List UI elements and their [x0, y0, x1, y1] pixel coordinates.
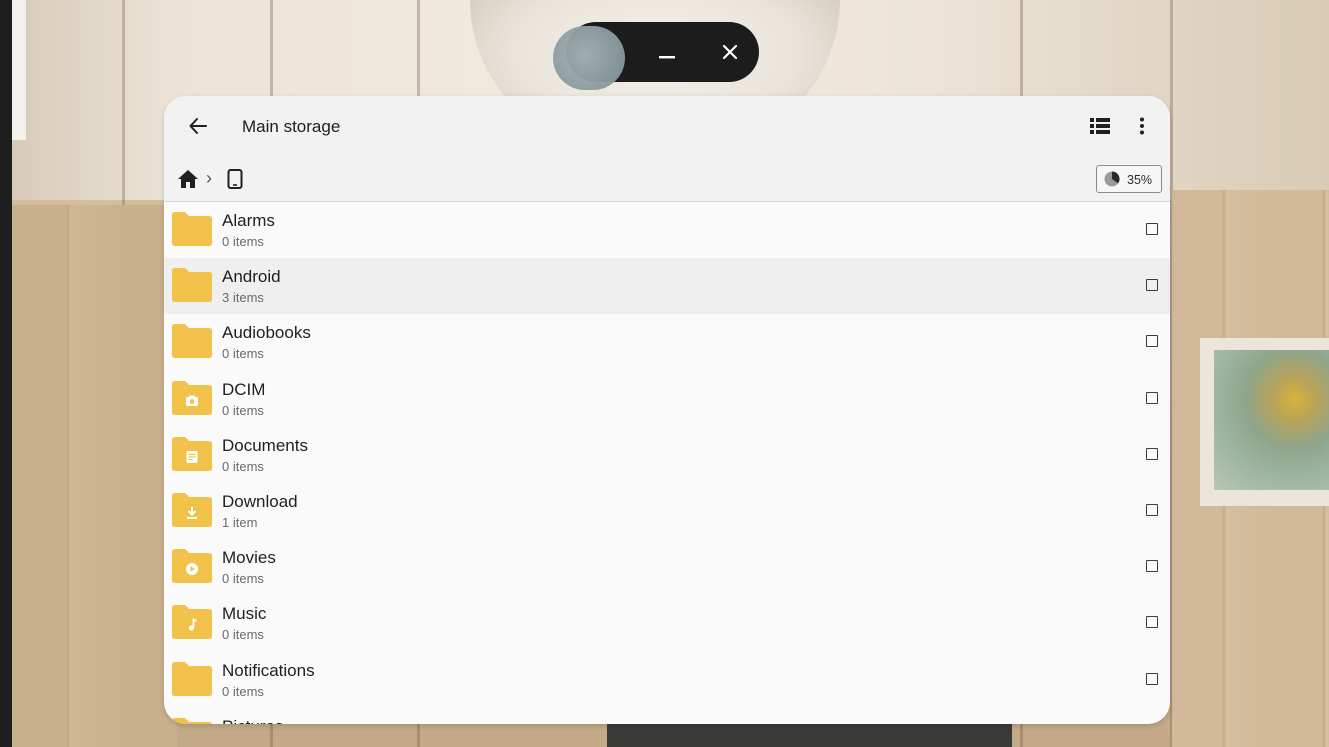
more-vert-icon: [1140, 117, 1144, 135]
view-list-icon: [1090, 118, 1110, 134]
app-avatar[interactable]: [553, 26, 625, 90]
breadcrumb-home[interactable]: [176, 168, 200, 190]
folder-item-count: 0 items: [222, 683, 264, 699]
list-item[interactable]: Audiobooks 0 items: [164, 314, 1170, 370]
folder-item-count: 0 items: [222, 402, 264, 418]
list-item[interactable]: Download 1 item: [164, 483, 1170, 539]
folder-icon: [172, 717, 212, 724]
file-manager-window: Main storage › 35% Alarms 0 items Androi…: [164, 96, 1170, 724]
folder-name: Download: [222, 491, 298, 511]
download-folder-icon: [172, 492, 212, 527]
easel: [607, 722, 1012, 747]
movie-folder-icon: [172, 549, 212, 584]
close-button[interactable]: [710, 32, 750, 72]
window: [12, 0, 26, 140]
folder-icon: [172, 324, 212, 359]
folder-item-count: 0 items: [222, 627, 264, 643]
close-icon: [722, 44, 738, 60]
list-item[interactable]: DCIM 0 items: [164, 371, 1170, 427]
phone-icon: [227, 169, 243, 189]
folder-item-count: 1 item: [222, 514, 258, 530]
folder-name: Android: [222, 267, 281, 287]
select-checkbox[interactable]: [1146, 616, 1158, 629]
list-item[interactable]: Android 3 items: [164, 258, 1170, 315]
minimize-button[interactable]: [647, 33, 687, 73]
list-item[interactable]: Notifications 0 items: [164, 652, 1170, 708]
list-item[interactable]: Music 0 items: [164, 595, 1170, 651]
select-checkbox[interactable]: [1146, 223, 1158, 235]
select-checkbox[interactable]: [1146, 672, 1158, 685]
folder-name: Notifications: [222, 660, 315, 680]
camera-folder-icon: [172, 380, 212, 415]
breadcrumb-device[interactable]: [226, 168, 244, 190]
folder-item-count: 0 items: [222, 346, 264, 362]
folder-icon: [172, 661, 212, 696]
list-item[interactable]: Movies 0 items: [164, 539, 1170, 595]
document-folder-icon: [172, 436, 212, 471]
folder-item-count: 0 items: [222, 571, 264, 587]
list-item[interactable]: Documents 0 items: [164, 427, 1170, 483]
more-options-button[interactable]: [1126, 110, 1158, 142]
minimize-icon: [659, 56, 675, 59]
folder-list: Alarms 0 items Android 3 items Audiobooks 0 i…: [164, 202, 1170, 724]
select-checkbox[interactable]: [1146, 503, 1158, 516]
page-title: Main storage: [242, 117, 341, 136]
folder-name: Audiobooks: [222, 323, 311, 343]
wood-panel: [12, 205, 177, 747]
folder-name: Alarms: [222, 211, 275, 230]
folder-item-count: 0 items: [222, 234, 264, 249]
select-checkbox[interactable]: [1146, 447, 1158, 460]
storage-usage-button[interactable]: 35%: [1096, 165, 1162, 193]
folder-item-count: 0 items: [222, 458, 264, 474]
app-bar: Main storage: [164, 96, 1170, 156]
folder-name: DCIM: [222, 379, 266, 399]
storage-usage-label: 35%: [1127, 173, 1153, 187]
pie-chart-icon: [1104, 171, 1120, 187]
folder-item-count: 3 items: [222, 290, 264, 306]
folder-name: Music: [222, 604, 267, 624]
list-item[interactable]: Pictures: [164, 708, 1170, 724]
breadcrumb-separator: ›: [206, 168, 212, 188]
select-checkbox[interactable]: [1146, 335, 1158, 348]
select-checkbox[interactable]: [1146, 391, 1158, 404]
home-icon: [178, 170, 198, 188]
painting: [1200, 338, 1329, 506]
select-checkbox[interactable]: [1146, 279, 1158, 292]
arrow-back-icon: [189, 118, 207, 134]
folder-icon: [172, 268, 212, 303]
select-checkbox[interactable]: [1146, 560, 1158, 573]
music-folder-icon: [172, 605, 212, 640]
list-view-button[interactable]: [1084, 110, 1116, 142]
folder-name: Movies: [222, 548, 276, 568]
folder-name: Pictures: [222, 717, 283, 724]
folder-icon: [172, 212, 212, 246]
back-button[interactable]: [182, 110, 214, 142]
list-item[interactable]: Alarms 0 items: [164, 202, 1170, 258]
breadcrumb: ›: [164, 156, 1170, 202]
folder-name: Documents: [222, 435, 308, 455]
